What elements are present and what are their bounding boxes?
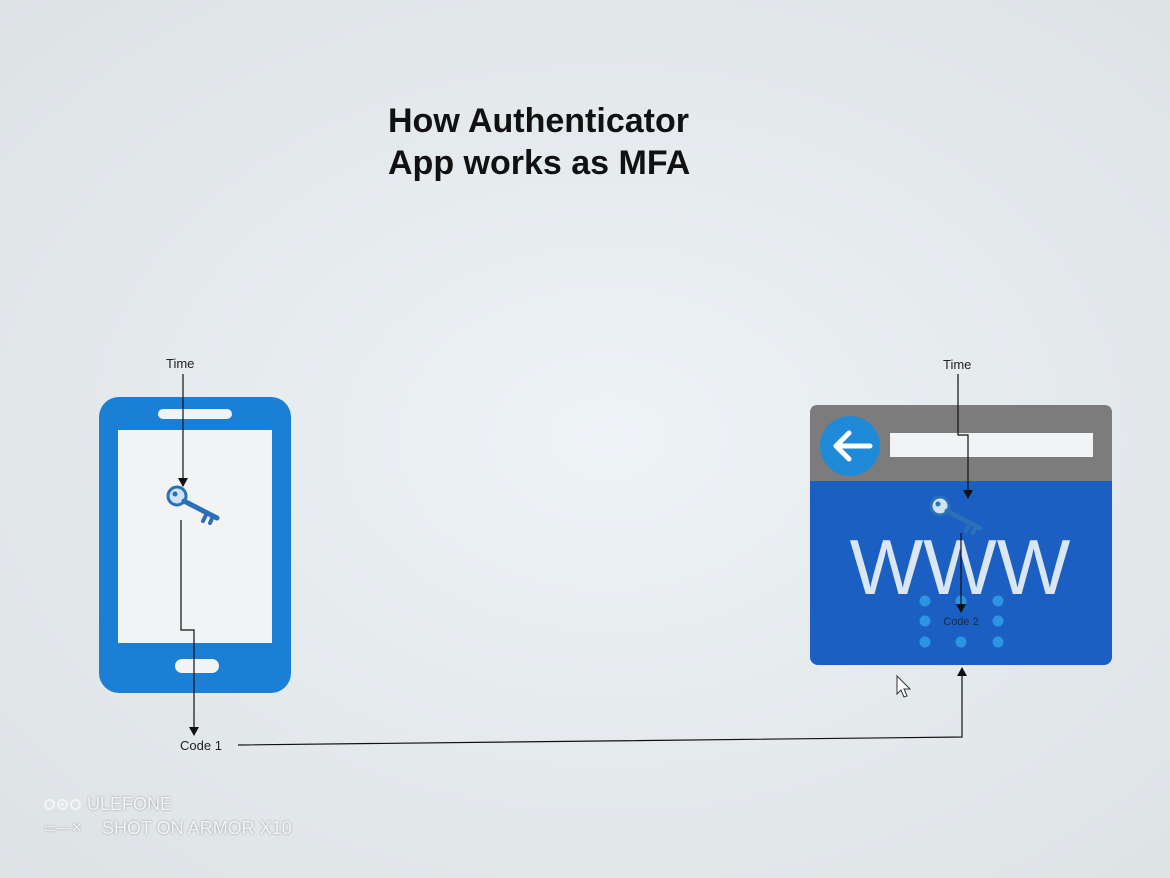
smartphone-icon <box>99 397 291 693</box>
flash-battery-icon: ▭—✕ <box>44 820 84 835</box>
code-transfer-arrow <box>237 667 967 746</box>
watermark-brand: ULEFONE <box>87 794 173 814</box>
mfa-diagram: WWW Code 2 <box>99 374 1112 746</box>
phone-code-label: Code 1 <box>180 738 222 753</box>
mouse-cursor-icon <box>896 674 912 698</box>
arrow-left-icon[interactable] <box>820 416 880 476</box>
slide: How Authenticator App works as MFA WWW C… <box>0 0 1170 878</box>
phone-time-label: Time <box>166 356 195 371</box>
camera-watermark: ULEFONE ▭—✕ SHOT ON ARMOR X10 <box>44 792 292 840</box>
browser-code-label: Code 2 <box>943 616 978 628</box>
browser-time-label: Time <box>943 357 972 372</box>
camera-lens-icon <box>44 798 81 810</box>
watermark-shot-text: SHOT ON ARMOR X10 <box>102 818 292 838</box>
